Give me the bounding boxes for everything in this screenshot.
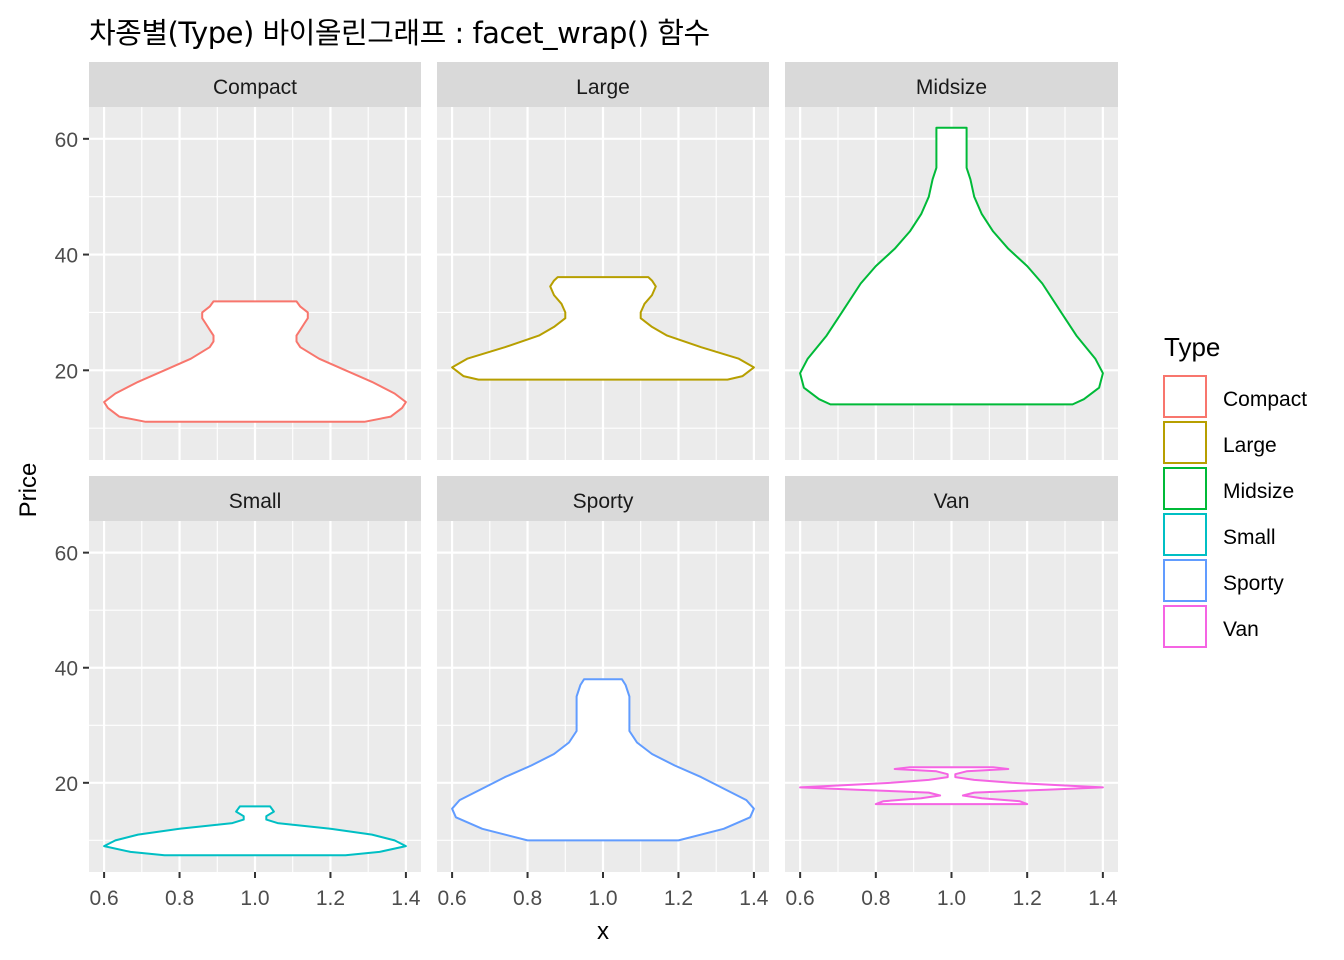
y-axis-title: Price: [15, 463, 42, 518]
x-tick-label: 1.2: [316, 887, 345, 910]
x-tick-label: 1.4: [739, 887, 769, 910]
panel-sporty: Sporty: [437, 476, 769, 872]
x-tick-label: 0.8: [861, 887, 890, 910]
x-tick-label: 1.2: [1013, 887, 1042, 910]
x-tick-label: 1.2: [664, 887, 693, 910]
legend-item-compact: Compact: [1163, 375, 1307, 418]
x-tick-label: 1.4: [1088, 887, 1118, 910]
x-tick-label: 0.8: [513, 887, 542, 910]
legend-label: Van: [1223, 618, 1259, 641]
legend-key: [1163, 513, 1207, 556]
legend-key: [1163, 375, 1207, 418]
y-tick-label: 40: [55, 245, 78, 268]
legend-label: Sporty: [1223, 572, 1284, 595]
y-tick-label: 40: [55, 658, 78, 681]
legend-label: Midsize: [1223, 480, 1294, 503]
x-tick-label: 0.6: [89, 887, 118, 910]
legend-key: [1163, 605, 1207, 648]
facet-panels: Compact Large Midsize Small Sporty Van: [89, 62, 1118, 872]
x-tick-label: 1.0: [240, 887, 269, 910]
legend-title: Type: [1164, 332, 1220, 362]
panel-compact: Compact: [89, 62, 421, 460]
strip-label: Small: [229, 490, 282, 513]
strip-label: Compact: [213, 76, 297, 99]
strip-label: Large: [576, 76, 630, 99]
legend-label: Compact: [1223, 388, 1307, 411]
x-tick-label: 1.4: [391, 887, 421, 910]
x-tick-label: 1.0: [937, 887, 966, 910]
x-tick-label: 0.6: [437, 887, 466, 910]
y-tick-label: 20: [55, 360, 78, 383]
y-tick-label: 60: [55, 129, 78, 152]
x-tick-label: 1.0: [588, 887, 617, 910]
panel-large: Large: [437, 62, 769, 460]
legend-item-van: Van: [1163, 605, 1259, 648]
legend-key: [1163, 559, 1207, 602]
panel-small: Small: [89, 476, 421, 872]
legend-item-large: Large: [1163, 421, 1277, 464]
legend-label: Large: [1223, 434, 1277, 457]
y-tick-label: 60: [55, 543, 78, 566]
panel-midsize: Midsize: [785, 62, 1118, 460]
legend-key: [1163, 467, 1207, 510]
legend-label: Small: [1223, 526, 1276, 549]
panel-van: Van: [785, 476, 1118, 872]
x-axes: 0.6 0.8 1.0 1.2 1.4 0.6 0.8 1.0 1.2 1.4 0.6 0.8 1.0 1…: [89, 872, 1118, 910]
strip-label: Midsize: [916, 76, 987, 99]
legend-item-small: Small: [1163, 513, 1276, 556]
legend: Type Compact Large Midsize Small Sporty Van: [1163, 332, 1307, 648]
x-tick-label: 0.6: [786, 887, 815, 910]
legend-item-midsize: Midsize: [1163, 467, 1294, 510]
x-tick-label: 0.8: [165, 887, 194, 910]
x-axis-title: x: [597, 918, 609, 945]
strip-label: Van: [934, 490, 970, 513]
legend-item-sporty: Sporty: [1163, 559, 1284, 602]
facet-violin-chart: Compact Large Midsize Small Sporty Van 20 40 60…: [15, 62, 1307, 945]
strip-label: Sporty: [573, 490, 634, 513]
y-tick-label: 20: [55, 773, 78, 796]
y-axes: 20 40 60 20 40 60: [55, 129, 89, 796]
legend-key: [1163, 421, 1207, 464]
